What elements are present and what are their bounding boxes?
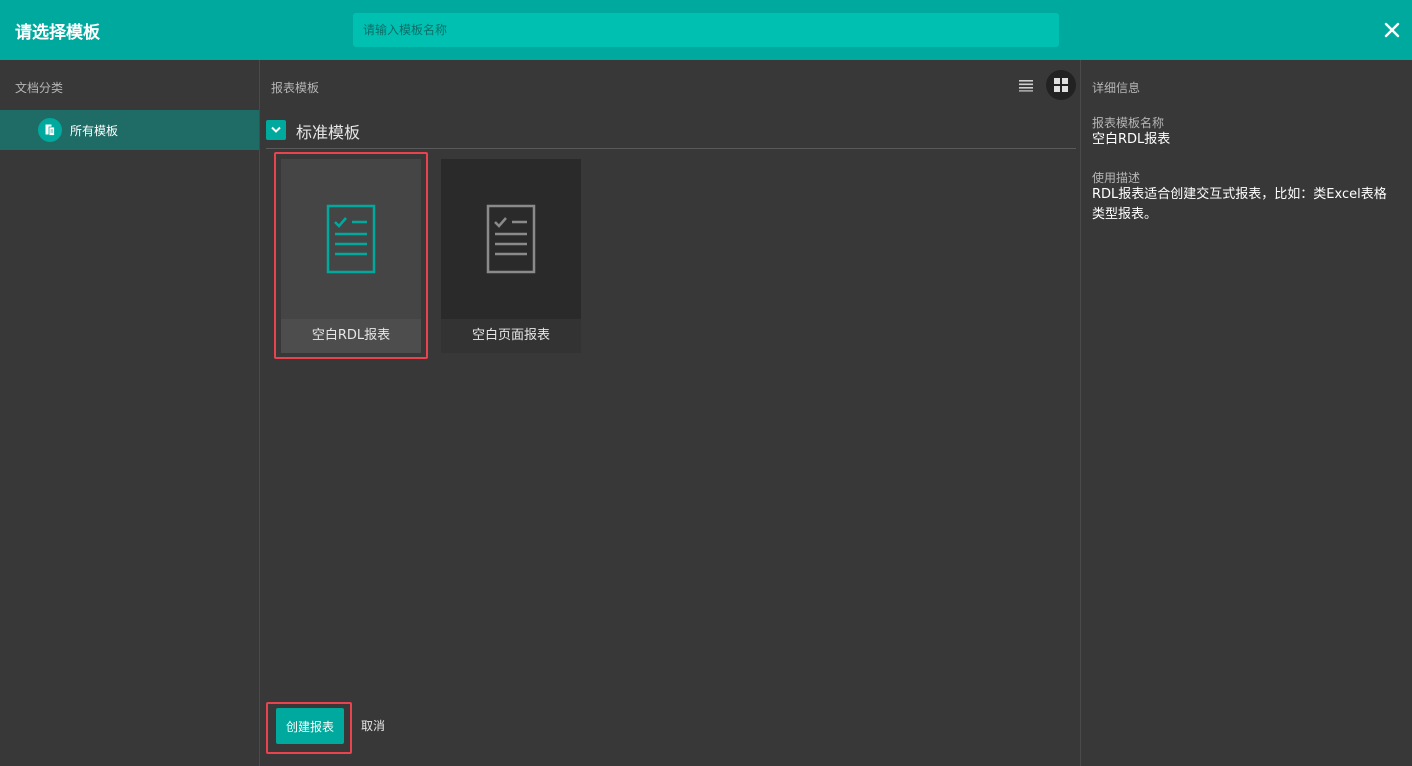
template-thumbnail bbox=[441, 159, 581, 319]
list-view-icon[interactable] bbox=[1016, 75, 1036, 95]
report-document-icon bbox=[486, 204, 536, 274]
description-label: 使用描述 bbox=[1092, 171, 1141, 185]
template-card-label: 空白RDL报表 bbox=[281, 319, 421, 353]
description-value: RDL报表适合创建交互式报表，比如：类Excel表格类型报表。 bbox=[1092, 187, 1387, 222]
create-report-button[interactable]: 创建报表 bbox=[276, 708, 344, 744]
chevron-down-icon[interactable] bbox=[266, 120, 286, 140]
template-panel-title: 报表模板 bbox=[271, 81, 320, 95]
dialog-title: 请选择模板 bbox=[15, 23, 100, 43]
document-icon bbox=[38, 118, 62, 142]
template-name-value: 空白RDL报表 bbox=[1092, 132, 1171, 147]
template-card-label: 空白页面报表 bbox=[441, 319, 581, 353]
dialog-header: 请选择模板 bbox=[0, 0, 1412, 60]
template-card-blank-rdl[interactable]: 空白RDL报表 bbox=[281, 159, 421, 353]
cancel-button[interactable]: 取消 bbox=[361, 717, 385, 734]
template-card-blank-page[interactable]: 空白页面报表 bbox=[441, 159, 581, 353]
grid-view-icon[interactable] bbox=[1046, 70, 1076, 100]
report-document-icon bbox=[326, 204, 376, 274]
details-panel: 详细信息 报表模板名称 空白RDL报表 使用描述 RDL报表适合创建交互式报表，… bbox=[1082, 60, 1412, 766]
close-icon[interactable] bbox=[1380, 18, 1404, 42]
details-panel-title: 详细信息 bbox=[1092, 81, 1141, 95]
template-thumbnail bbox=[281, 159, 421, 319]
template-search-input[interactable] bbox=[353, 13, 1059, 47]
template-panel: 报表模板 标准模板 空白RDL报表 空白页面报表 创建报表 取消 bbox=[261, 60, 1081, 766]
group-divider bbox=[266, 148, 1076, 149]
template-group-title: 标准模板 bbox=[296, 123, 361, 142]
category-panel: 文档分类 所有模板 bbox=[0, 60, 260, 766]
category-panel-title: 文档分类 bbox=[15, 81, 64, 95]
category-item-label: 所有模板 bbox=[70, 124, 119, 138]
template-name-label: 报表模板名称 bbox=[1092, 116, 1165, 130]
category-item-all-templates[interactable]: 所有模板 bbox=[0, 110, 259, 150]
